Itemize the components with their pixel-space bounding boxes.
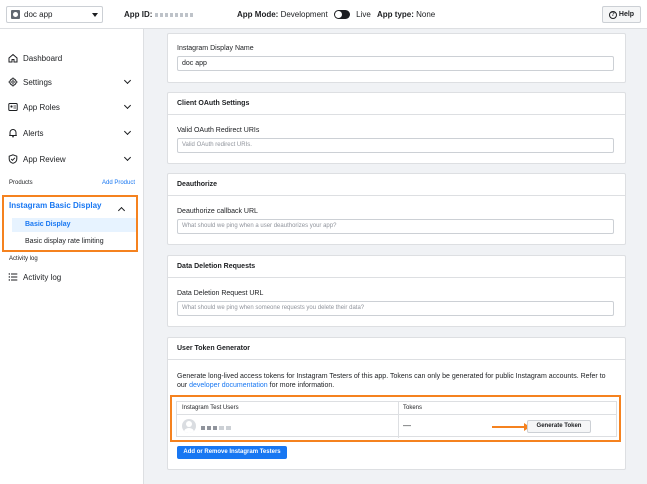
app-icon — [11, 10, 20, 19]
data-deletion-input[interactable]: What should we ping when someone request… — [177, 301, 614, 316]
generate-token-button[interactable]: Generate Token — [527, 420, 591, 433]
app-mode: App Mode: Development Live — [237, 10, 371, 20]
token-generator-description: Generate long-lived access tokens for In… — [177, 372, 617, 390]
description-text: for more information. — [267, 382, 335, 389]
deauthorize-title: Deauthorize — [168, 174, 625, 196]
data-deletion-label: Data Deletion Request URL — [177, 290, 264, 297]
oauth-title: Client OAuth Settings — [168, 93, 625, 115]
col-header-users: Instagram Test Users — [177, 402, 398, 415]
sidebar-item-settings[interactable]: Settings — [8, 75, 136, 89]
developer-docs-link[interactable]: developer documentation — [189, 382, 268, 389]
token-value: — — [403, 421, 411, 430]
sidebar: Dashboard Settings App Roles Alerts App … — [0, 29, 144, 484]
roles-icon — [8, 103, 18, 111]
bell-icon — [9, 129, 17, 138]
app-mode-value: Development — [280, 10, 328, 19]
deauthorize-label: Deauthorize callback URL — [177, 208, 258, 215]
sidebar-item-app-roles[interactable]: App Roles — [8, 100, 136, 114]
app-mode-toggle[interactable] — [333, 10, 350, 20]
oauth-panel: Client OAuth Settings Valid OAuth Redire… — [167, 92, 626, 164]
app-id: App ID: — [124, 10, 195, 19]
sidebar-item-label: Activity log — [23, 272, 62, 282]
app-name: doc app — [24, 10, 53, 19]
gear-icon — [8, 77, 18, 87]
activity-section-label: Activity log — [9, 256, 38, 262]
sidebar-item-alerts[interactable]: Alerts — [8, 126, 136, 140]
col-header-tokens: Tokens — [398, 402, 616, 415]
chevron-down-icon — [123, 101, 132, 110]
display-name-input[interactable]: doc app — [177, 56, 614, 71]
app-mode-label: App Mode: — [237, 10, 279, 19]
app-id-redacted — [154, 10, 195, 19]
sidebar-item-label: Dashboard — [23, 53, 63, 63]
avatar — [182, 419, 196, 433]
sidebar-item-basic-display[interactable]: Basic Display — [12, 218, 136, 232]
testers-table: Instagram Test Users Tokens — Generate T… — [176, 401, 617, 438]
help-icon: ? — [608, 10, 617, 19]
sidebar-item-app-review[interactable]: App Review — [8, 152, 136, 166]
chevron-up-icon — [117, 206, 126, 215]
deauthorize-input[interactable]: What should we ping when a user deauthor… — [177, 219, 614, 234]
sidebar-item-label: Alerts — [23, 128, 44, 138]
app-type-value: None — [416, 10, 436, 19]
help-button[interactable]: ? Help — [602, 6, 641, 23]
help-label: Help — [618, 11, 635, 18]
chevron-down-icon — [123, 76, 132, 85]
instagram-product-group: Instagram Basic Display Basic Display Ba… — [2, 195, 138, 252]
app-selector[interactable]: doc app — [6, 6, 103, 23]
home-icon — [8, 53, 18, 63]
add-remove-testers-button[interactable]: Add or Remove Instagram Testers — [177, 446, 287, 459]
sidebar-item-label: App Review — [23, 154, 66, 164]
live-label: Live — [356, 10, 371, 19]
display-name-label: Instagram Display Name — [177, 45, 254, 52]
list-icon — [8, 273, 18, 281]
tester-name-redacted — [201, 423, 233, 432]
testers-highlight: Instagram Test Users Tokens — Generate T… — [170, 395, 621, 442]
instagram-product-header[interactable]: Instagram Basic Display — [9, 201, 101, 210]
products-section-label: Products — [9, 180, 33, 186]
app-id-label: App ID: — [124, 10, 153, 19]
sidebar-item-rate-limiting[interactable]: Basic display rate limiting — [12, 235, 104, 249]
data-deletion-title: Data Deletion Requests — [168, 256, 625, 278]
app-type: App type: None — [377, 10, 435, 19]
chevron-down-icon — [123, 127, 132, 136]
display-name-panel: Instagram Display Name doc app — [167, 33, 626, 83]
top-bar: doc app App ID: App Mode: Development Li… — [0, 0, 647, 29]
sidebar-item-label: App Roles — [23, 102, 60, 112]
oauth-label: Valid OAuth Redirect URIs — [177, 127, 260, 134]
column-divider — [398, 402, 399, 438]
shield-check-icon — [8, 154, 18, 164]
sidebar-item-activity-log[interactable]: Activity log — [8, 270, 136, 284]
token-generator-panel: User Token Generator Generate long-lived… — [167, 337, 626, 470]
app-type-label: App type: — [377, 10, 414, 19]
sidebar-item-label: Settings — [23, 77, 52, 87]
data-deletion-panel: Data Deletion Requests Data Deletion Req… — [167, 255, 626, 327]
token-generator-title: User Token Generator — [168, 338, 625, 360]
chevron-down-icon — [92, 12, 98, 17]
chevron-down-icon — [123, 153, 132, 162]
add-product-link[interactable]: Add Product — [102, 180, 135, 186]
sidebar-item-dashboard[interactable]: Dashboard — [8, 51, 136, 65]
oauth-input[interactable]: Valid OAuth redirect URIs. — [177, 138, 614, 153]
arrow-annotation-icon — [492, 423, 530, 431]
deauthorize-panel: Deauthorize Deauthorize callback URL Wha… — [167, 173, 626, 245]
